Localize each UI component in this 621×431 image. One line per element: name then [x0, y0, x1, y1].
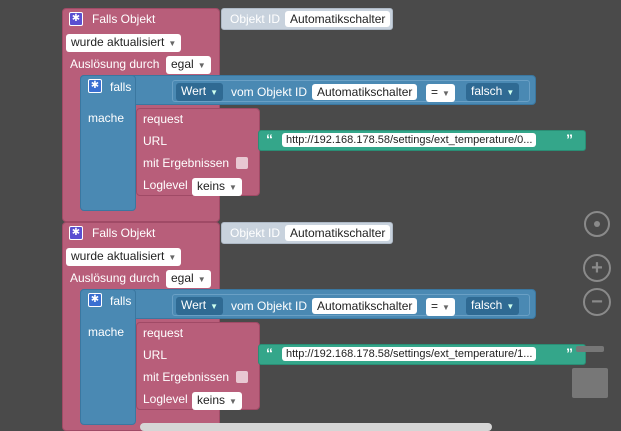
gear-icon[interactable]: ✱ [88, 293, 102, 307]
ausloesung-dropdown[interactable]: egal ▼ [166, 56, 211, 74]
loglevel-value: keins [197, 179, 226, 193]
chevron-down-icon: ▼ [229, 183, 237, 192]
falsch-dropdown[interactable]: falsch ▼ [466, 297, 520, 315]
mache-label: mache [88, 111, 125, 125]
loglevel-dropdown[interactable]: keins ▼ [192, 178, 242, 196]
ausloesung-label: Auslösung durch [70, 271, 160, 285]
mit-ergebnissen-checkbox[interactable] [236, 371, 248, 383]
quote-open-icon: “ [266, 131, 273, 147]
chevron-down-icon: ▼ [168, 39, 177, 48]
objekt-id-value[interactable]: Automatikschalter [285, 225, 391, 241]
mit-ergebnissen-label: mit Ergebnissen [143, 156, 230, 170]
url-label: URL [143, 348, 168, 362]
wert-value: Wert [181, 298, 207, 312]
falls-objekt-label: Falls Objekt [92, 226, 156, 240]
cond-objekt-value[interactable]: Automatikschalter [312, 298, 418, 314]
ausloesung-value: egal [171, 57, 194, 71]
falls-objekt-label: Falls Objekt [92, 12, 156, 26]
gear-icon[interactable]: ✱ [69, 226, 83, 240]
vom-objekt-id-label: vom Objekt ID [231, 85, 308, 99]
operator-value: = [431, 85, 439, 99]
wert-dropdown[interactable]: Wert ▼ [176, 83, 224, 101]
objekt-id-label: Objekt ID [230, 226, 281, 240]
loglevel-label: Loglevel [143, 392, 188, 406]
chevron-down-icon: ▼ [506, 88, 515, 97]
ausloesung-dropdown[interactable]: egal ▼ [166, 270, 211, 288]
gear-icon[interactable]: ✱ [88, 79, 102, 93]
chevron-down-icon: ▼ [229, 397, 237, 406]
chevron-down-icon: ▼ [442, 89, 450, 98]
falls-label: falls [110, 80, 132, 94]
url-field[interactable]: http://192.168.178.58/settings/ext_tempe… [282, 347, 537, 361]
trash-icon[interactable] [572, 344, 608, 400]
quote-close-icon: ” [566, 131, 573, 147]
target-icon[interactable] [584, 211, 610, 237]
quote-open-icon: “ [266, 345, 273, 361]
wurde-value: wurde aktualisiert [71, 35, 165, 49]
chevron-down-icon: ▼ [197, 275, 206, 284]
wurde-value: wurde aktualisiert [71, 249, 165, 263]
loglevel-value: keins [197, 393, 226, 407]
request-label: request [143, 326, 184, 340]
if-block-body-2 [80, 289, 136, 425]
zoom-out-icon[interactable]: − [583, 288, 611, 316]
url-label: URL [143, 134, 168, 148]
mit-ergebnissen-label: mit Ergebnissen [143, 370, 230, 384]
loglevel-label: Loglevel [143, 178, 188, 192]
target-dot [594, 221, 600, 227]
falsch-value: falsch [471, 84, 503, 98]
operator-dropdown[interactable]: = ▼ [426, 84, 455, 102]
url-field[interactable]: http://192.168.178.58/settings/ext_tempe… [282, 133, 537, 147]
chevron-down-icon: ▼ [442, 303, 450, 312]
wert-value: Wert [181, 84, 207, 98]
operator-dropdown[interactable]: = ▼ [426, 298, 455, 316]
if-block-body-1 [80, 75, 136, 211]
mache-label: mache [88, 325, 125, 339]
loglevel-dropdown[interactable]: keins ▼ [192, 392, 242, 410]
objekt-id-label: Objekt ID [230, 12, 281, 26]
operator-value: = [431, 299, 439, 313]
trash-lid [576, 346, 604, 352]
wurde-dropdown[interactable]: wurde aktualisiert ▼ [66, 248, 182, 266]
zoom-in-icon[interactable]: + [583, 254, 611, 282]
request-label: request [143, 112, 184, 126]
wurde-dropdown[interactable]: wurde aktualisiert ▼ [66, 34, 182, 52]
gear-icon[interactable]: ✱ [69, 12, 83, 26]
cond-objekt-value[interactable]: Automatikschalter [312, 84, 418, 100]
horizontal-scrollbar[interactable] [140, 423, 492, 431]
mit-ergebnissen-checkbox[interactable] [236, 157, 248, 169]
falsch-dropdown[interactable]: falsch ▼ [466, 83, 520, 101]
vom-objekt-id-label: vom Objekt ID [231, 299, 308, 313]
chevron-down-icon: ▼ [210, 302, 219, 311]
chevron-down-icon: ▼ [168, 253, 177, 262]
objekt-id-value[interactable]: Automatikschalter [285, 11, 391, 27]
wert-dropdown[interactable]: Wert ▼ [176, 297, 224, 315]
chevron-down-icon: ▼ [197, 61, 206, 70]
ausloesung-value: egal [171, 271, 194, 285]
trash-body [572, 368, 608, 398]
ausloesung-label: Auslösung durch [70, 57, 160, 71]
falls-label: falls [110, 294, 132, 308]
chevron-down-icon: ▼ [210, 88, 219, 97]
falsch-value: falsch [471, 298, 503, 312]
chevron-down-icon: ▼ [506, 302, 515, 311]
